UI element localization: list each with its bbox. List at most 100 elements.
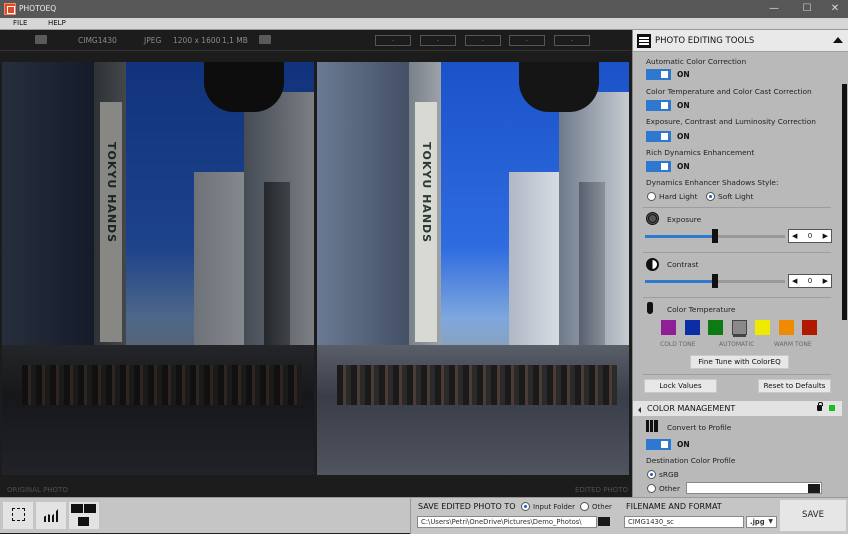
divider — [643, 374, 831, 375]
increment-arrow-icon[interactable]: ▶ — [823, 277, 828, 285]
other-folder-radio[interactable] — [580, 502, 589, 511]
color-temperature-label: Color Temperature — [667, 305, 736, 314]
view-box-5[interactable]: - — [554, 35, 590, 46]
convert-to-profile-label: Convert to Profile — [667, 423, 732, 432]
contrast-label: Contrast — [667, 260, 699, 269]
color-swatch-automatic[interactable] — [731, 320, 747, 335]
save-button[interactable]: SAVE — [780, 500, 846, 531]
browse-folder-icon[interactable] — [598, 517, 610, 526]
divider — [643, 252, 831, 253]
crop-tool-button[interactable] — [3, 502, 33, 529]
input-folder-label: Input Folder — [533, 503, 575, 511]
photo-dimensions: 1200 x 1600 — [173, 36, 221, 45]
exposure-stepper[interactable]: ◀ 0 ▶ — [788, 229, 832, 243]
color-temp-cast-state: ON — [677, 101, 690, 110]
menu-file[interactable]: FILE — [13, 19, 27, 27]
chart-icon — [44, 509, 58, 522]
filename-format-label: FILENAME AND FORMAT — [626, 502, 722, 511]
title-bar: PHOTOEQ — ☐ ✕ — [0, 0, 848, 18]
color-swatch-red[interactable] — [802, 320, 817, 335]
photo-filesize: 1,1 MB — [222, 36, 248, 45]
save-to-label: SAVE EDITED PHOTO TO — [418, 502, 516, 511]
exposure-label: Exposure — [667, 215, 702, 224]
hard-light-radio[interactable] — [647, 192, 656, 201]
convert-to-profile-toggle[interactable] — [646, 439, 671, 450]
histogram-button[interactable] — [36, 502, 66, 529]
maximize-button[interactable]: ☐ — [797, 2, 817, 16]
soft-light-radio[interactable] — [706, 192, 715, 201]
app-logo-icon — [4, 3, 16, 15]
crop-icon — [12, 508, 25, 521]
filename-input[interactable]: CIMG1430_sc — [624, 516, 744, 528]
photo-editing-tools-panel: PHOTO EDITING TOOLS Automatic Color Corr… — [632, 30, 848, 497]
status-indicator-icon — [829, 405, 835, 411]
camera-icon[interactable] — [259, 35, 271, 44]
contrast-icon — [646, 258, 659, 271]
auto-color-label: Automatic Color Correction — [646, 57, 747, 66]
auto-color-toggle[interactable] — [646, 69, 671, 80]
collapse-up-icon[interactable] — [833, 37, 843, 43]
panel-header[interactable]: PHOTO EDITING TOOLS — [633, 30, 848, 52]
color-temp-cast-label: Color Temperature and Color Cast Correct… — [646, 87, 812, 96]
exposure-slider[interactable] — [645, 229, 785, 243]
auto-color-state: ON — [677, 70, 690, 79]
view-box-1[interactable]: - — [375, 35, 411, 46]
other-profile-input[interactable] — [686, 482, 822, 494]
edited-photo-label: EDITED PHOTO — [575, 486, 628, 494]
other-profile-label: Other — [659, 484, 680, 493]
view-mode-button[interactable] — [69, 502, 99, 529]
view-box-3[interactable]: - — [465, 35, 501, 46]
original-photo[interactable] — [2, 62, 314, 475]
contrast-slider[interactable] — [645, 274, 785, 288]
divider — [643, 297, 831, 298]
reset-defaults-button[interactable]: Reset to Defaults — [758, 379, 831, 393]
lock-icon[interactable] — [817, 402, 823, 411]
dropdown-arrow-icon: ▼ — [768, 518, 773, 525]
menu-help[interactable]: HELP — [48, 19, 66, 27]
photo-comparison-area: ORIGINAL PHOTO EDITED PHOTO — [0, 51, 631, 497]
automatic-label: AUTOMATIC — [719, 341, 755, 348]
increment-arrow-icon[interactable]: ▶ — [823, 232, 828, 240]
folder-icon[interactable] — [808, 484, 820, 493]
color-swatch-orange[interactable] — [778, 320, 794, 335]
close-button[interactable]: ✕ — [825, 2, 845, 16]
exposure-slider-thumb[interactable] — [712, 229, 718, 243]
other-profile-radio[interactable] — [647, 484, 656, 493]
format-select[interactable]: .jpg ▼ — [746, 516, 777, 528]
color-swatch-yellow[interactable] — [755, 320, 770, 335]
srgb-radio[interactable] — [647, 470, 656, 479]
color-temp-cast-toggle[interactable] — [646, 100, 671, 111]
fine-tune-coloreq-button[interactable]: Fine Tune with ColorEQ — [690, 355, 789, 369]
contrast-slider-fill — [645, 280, 715, 283]
view-box-2[interactable]: - — [420, 35, 456, 46]
exposure-contrast-toggle[interactable] — [646, 131, 671, 142]
srgb-label: sRGB — [659, 470, 679, 479]
color-swatch-green[interactable] — [708, 320, 723, 335]
split-view-icon — [71, 504, 83, 513]
view-box-4[interactable]: - — [509, 35, 545, 46]
image-thumbnail-icon[interactable] — [35, 35, 47, 44]
contrast-stepper[interactable]: ◀ 0 ▶ — [788, 274, 832, 288]
edited-photo[interactable] — [317, 62, 629, 475]
other-folder-label: Other — [592, 503, 612, 511]
expand-triangle-icon — [638, 407, 641, 413]
rich-dynamics-label: Rich Dynamics Enhancement — [646, 148, 755, 157]
lock-values-button[interactable]: Lock Values — [644, 379, 717, 393]
input-folder-radio[interactable] — [521, 502, 530, 511]
app-title: PHOTOEQ — [19, 4, 57, 13]
color-swatch-purple[interactable] — [661, 320, 676, 335]
divider — [643, 207, 831, 208]
contrast-slider-thumb[interactable] — [712, 274, 718, 288]
panel-title: PHOTO EDITING TOOLS — [655, 36, 755, 46]
panel-scrollbar[interactable] — [842, 84, 847, 320]
exposure-contrast-state: ON — [677, 132, 690, 141]
warm-tone-label: WARM TONE — [774, 341, 812, 348]
exposure-slider-fill — [645, 235, 715, 238]
color-swatch-blue[interactable] — [684, 320, 700, 335]
minimize-button[interactable]: — — [764, 2, 784, 16]
exposure-aperture-icon — [646, 212, 659, 225]
color-management-title: COLOR MANAGEMENT — [647, 404, 736, 413]
color-management-header[interactable]: COLOR MANAGEMENT — [633, 401, 842, 416]
rich-dynamics-toggle[interactable] — [646, 161, 671, 172]
save-path-input[interactable]: C:\Users\Petri\OneDrive\Pictures\Demo_Ph… — [417, 516, 597, 528]
